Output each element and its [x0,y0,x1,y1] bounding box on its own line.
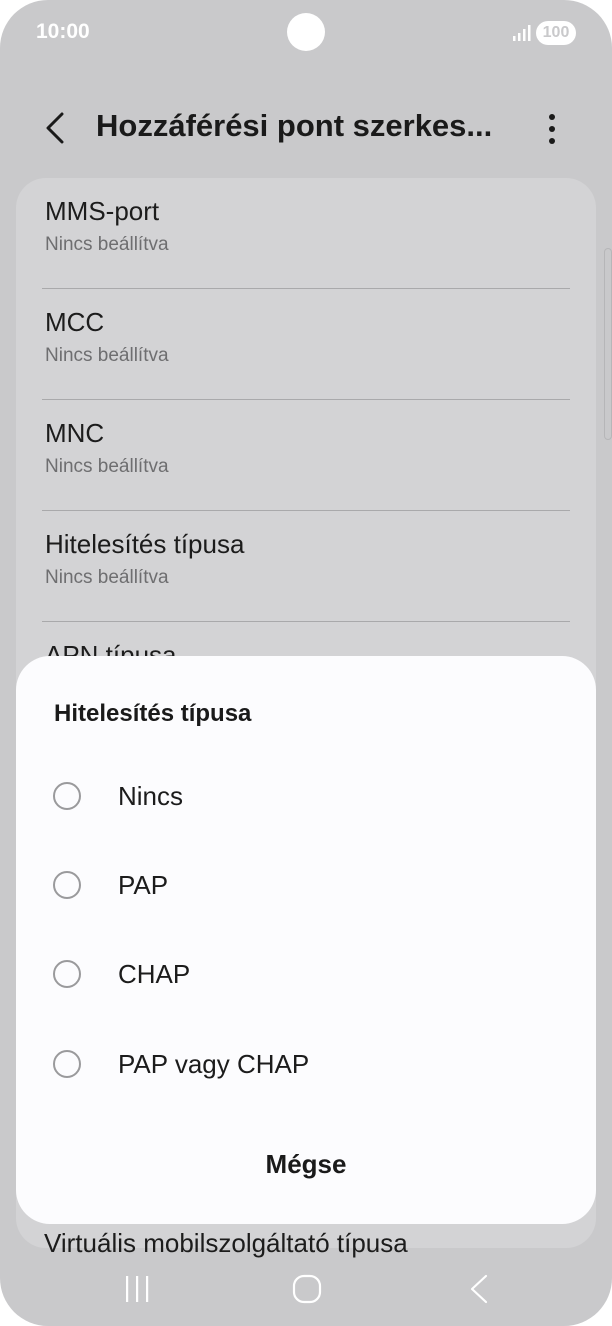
list-item-title: MMS-port [45,196,160,226]
scrollbar[interactable] [604,248,612,440]
radio-button[interactable] [53,960,81,988]
option-label: Nincs [118,781,184,811]
option-nincs[interactable]: Nincs [46,762,566,832]
radio-button[interactable] [53,871,81,899]
chevron-left-icon[interactable] [40,110,72,146]
option-label: PAP vagy CHAP [118,1049,310,1079]
list-item-value: Nincs beállítva [45,567,169,588]
camera-cutout [287,13,325,51]
battery-indicator: 100 [536,21,576,45]
list-item-value: Nincs beállítva [45,234,169,255]
phone-screen: 10:00 100 Hozzáférési pont szerkes... MM… [0,0,612,1326]
list-item-value: Nincs beállítva [45,456,169,477]
signal-icon [513,25,531,41]
more-vertical-icon[interactable] [540,112,564,146]
back-icon[interactable] [466,1272,492,1306]
list-item-title: Hitelesítés típusa [45,529,245,559]
list-item-auth-type[interactable]: Hitelesítés típusa Nincs beállítva [42,511,570,622]
page-title: Hozzáférési pont szerkes... [96,108,493,143]
radio-button[interactable] [53,1050,81,1078]
list-item-value: Nincs beállítva [45,345,169,366]
option-label: CHAP [118,959,191,989]
option-pap-or-chap[interactable]: PAP vagy CHAP [46,1030,566,1100]
list-item-mnc[interactable]: MNC Nincs beállítva [42,400,570,511]
list-item-title: MNC [45,418,105,448]
dialog-title: Hitelesítés típusa [54,700,252,727]
cancel-button[interactable]: Mégse [206,1134,406,1194]
status-time: 10:00 [36,20,90,43]
recent-apps-icon[interactable] [124,1272,150,1306]
home-icon[interactable] [290,1272,324,1306]
option-pap[interactable]: PAP [46,851,566,921]
option-chap[interactable]: CHAP [46,940,566,1010]
list-item-mcc[interactable]: MCC Nincs beállítva [42,289,570,400]
list-item-title: MCC [45,307,105,337]
option-label: PAP [118,870,169,900]
radio-button[interactable] [53,782,81,810]
list-item-mvno-type[interactable]: Virtuális mobilszolgáltató típusa [44,1228,408,1259]
list-item-mms-port[interactable]: MMS-port Nincs beállítva [42,178,570,289]
auth-type-dialog: Hitelesítés típusa Nincs PAP CHAP PAP va… [16,656,596,1224]
